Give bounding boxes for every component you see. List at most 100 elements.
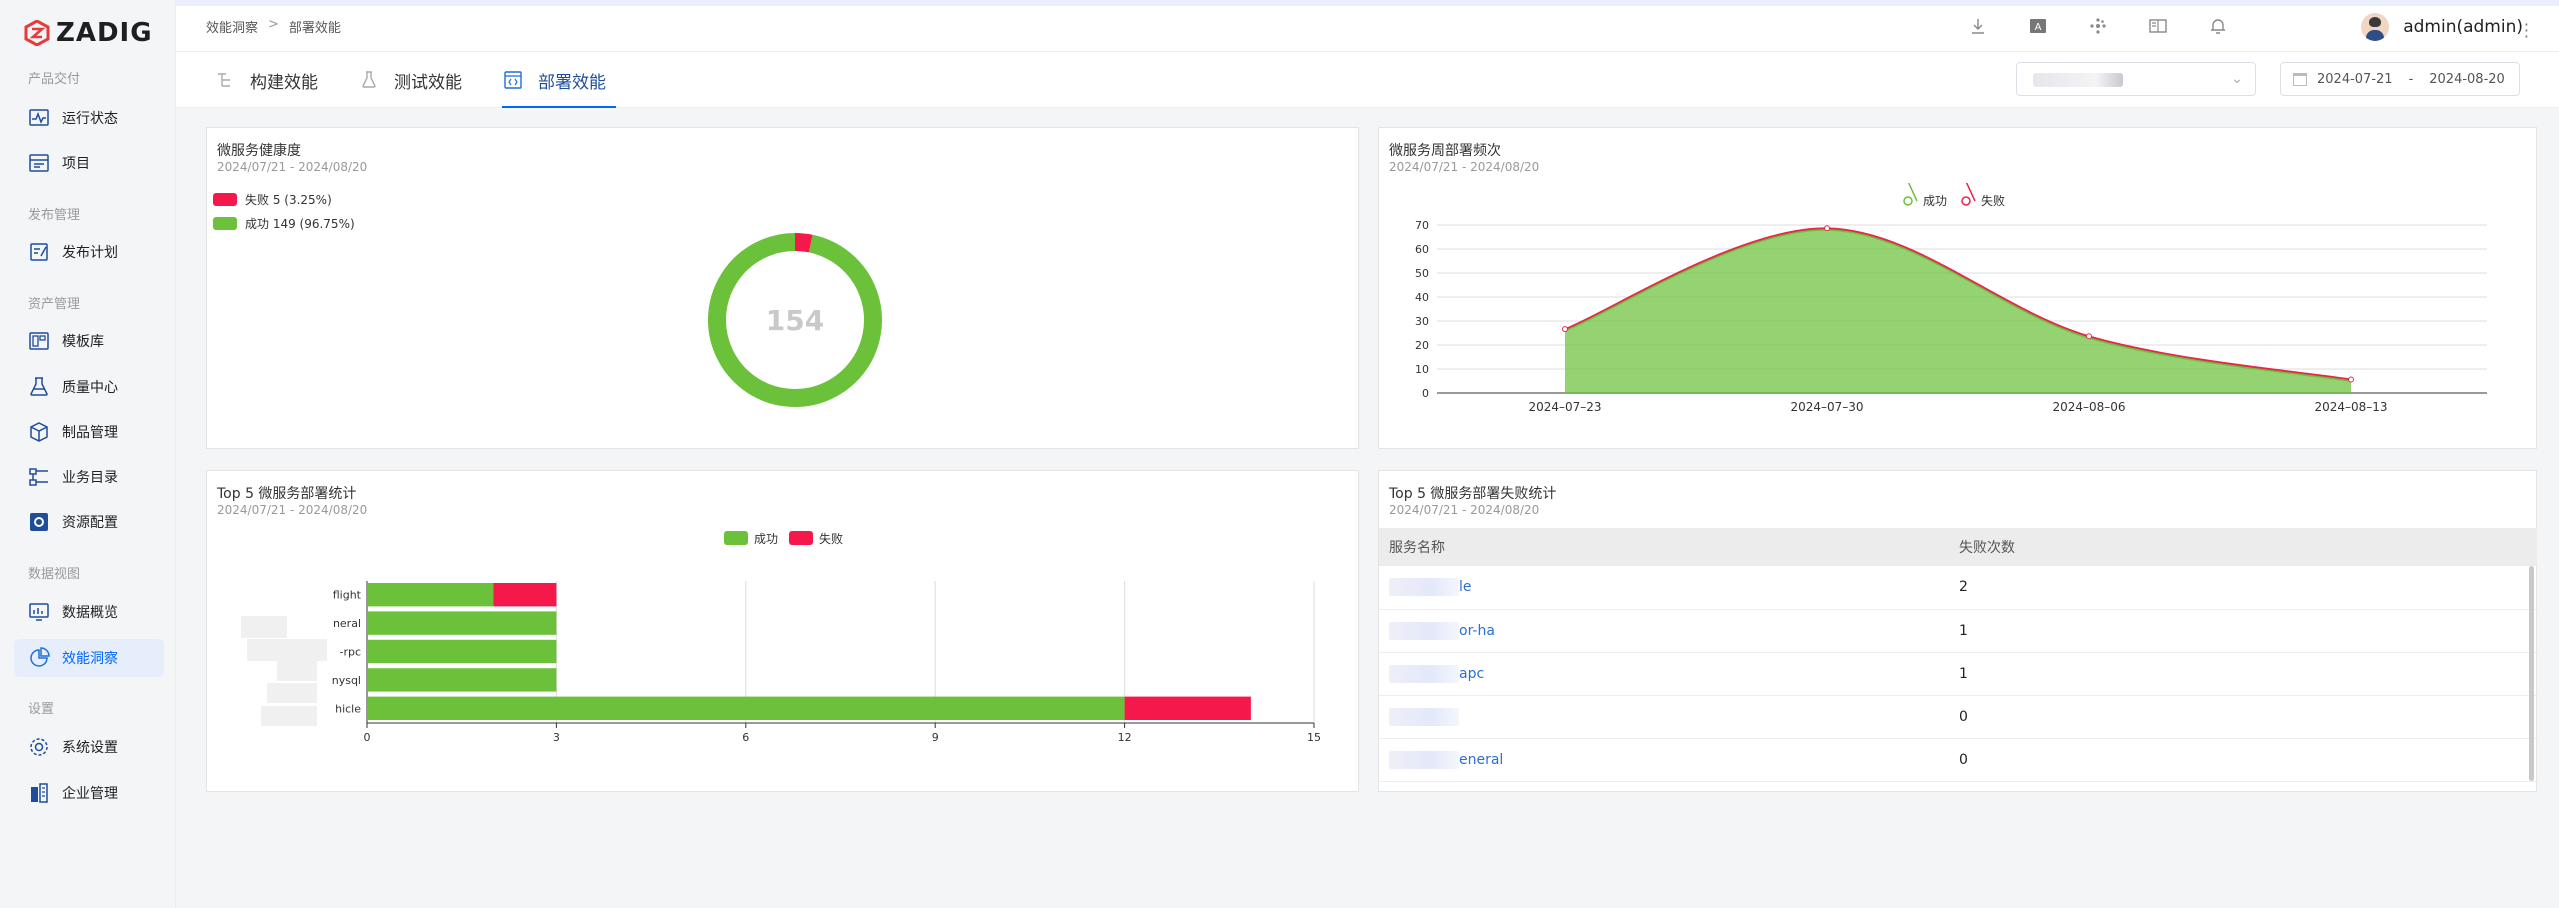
- download-icon[interactable]: [1967, 15, 1989, 37]
- health-legend-fail[interactable]: 失败 5 (3.25%): [213, 191, 332, 208]
- project-select[interactable]: ⌄: [2016, 62, 2256, 96]
- book-icon[interactable]: [2147, 15, 2169, 37]
- breadcrumb-insight[interactable]: 效能洞察: [206, 17, 258, 36]
- sidebar-item[interactable]: 质量中心: [14, 368, 164, 406]
- tab-test[interactable]: 测试效能: [358, 52, 462, 108]
- service-link[interactable]: or-ha: [1459, 623, 1495, 639]
- service-link[interactable]: eneral: [1459, 752, 1503, 768]
- legend-swatch: [789, 531, 813, 545]
- bar-fail[interactable]: [1124, 696, 1251, 720]
- health-subtitle: 2024/07/21 - 2024/08/20: [217, 160, 368, 174]
- tab-test-label: 测试效能: [394, 72, 462, 93]
- bell-icon[interactable]: [2207, 15, 2229, 37]
- fail-table-header: 服务名称 失败次数: [1379, 528, 2537, 566]
- top5-bar-chart: 0 3 6 9 12 15 flight neral -rpc nysql hicle 成功 失败: [241, 531, 1321, 744]
- plugin-icon[interactable]: [2087, 15, 2109, 37]
- sidebar-item[interactable]: 项目: [14, 144, 164, 182]
- date-end[interactable]: 2024-08-20: [2429, 72, 2505, 87]
- y-tick-label: 10: [1415, 363, 1429, 376]
- legend-swatch-fail: [213, 193, 237, 206]
- health-legend-success-label: 成功 149 (96.75%): [245, 217, 355, 231]
- service-name-cell: apc: [1379, 652, 1949, 696]
- x-tick-label: 2024–08–13: [2314, 400, 2387, 414]
- sidebar-item[interactable]: 企业管理: [14, 774, 164, 812]
- test-flask-icon: [362, 71, 376, 88]
- x-tick-label: 3: [553, 731, 560, 744]
- fail-count-cell: 0: [1949, 738, 2537, 782]
- translate-icon[interactable]: A: [2027, 15, 2049, 37]
- data-point[interactable]: [1824, 225, 1830, 232]
- sidebar-item[interactable]: 资源配置: [14, 503, 164, 541]
- legend-label[interactable]: 失败: [1981, 193, 2005, 208]
- service-link[interactable]: apc: [1459, 666, 1484, 682]
- legend-swatch: [724, 531, 748, 545]
- health-card: 微服务健康度 2024/07/21 - 2024/08/20 失败 5 (3.2…: [206, 127, 1359, 449]
- bar-success[interactable]: [367, 668, 557, 692]
- x-tick-label: 2024–07–30: [1790, 400, 1863, 414]
- sidebar-item[interactable]: 运行状态: [14, 99, 164, 137]
- y-tick-label: 0: [1422, 387, 1429, 400]
- tab-deploy-label: 部署效能: [538, 72, 606, 93]
- sidebar-item[interactable]: 制品管理: [14, 413, 164, 451]
- bar-success[interactable]: [367, 611, 557, 635]
- sidebar-item[interactable]: 效能洞察: [14, 639, 164, 677]
- user-menu[interactable]: admin(admin): [2361, 13, 2523, 41]
- sidebar: ZADIG 产品交付 运行状态 项目 发布管理 发布计划 资产管理 模板库 质量中心 制品管理业…: [0, 0, 176, 908]
- bar-fail[interactable]: [493, 583, 557, 607]
- table-scrollbar[interactable]: [2529, 566, 2534, 781]
- zadig-logo[interactable]: ZADIG: [24, 18, 153, 48]
- service-link[interactable]: le: [1459, 579, 1472, 595]
- bar-success[interactable]: [367, 639, 557, 664]
- health-title: 微服务健康度: [217, 143, 301, 159]
- sidebar-item-label: 质量中心: [62, 380, 118, 396]
- breadcrumb-separator: >: [268, 17, 279, 32]
- tab-deploy[interactable]: 部署效能: [502, 52, 616, 108]
- svg-text:A: A: [2035, 22, 2042, 33]
- bar-success[interactable]: [367, 583, 494, 607]
- legend-label[interactable]: 成功: [1923, 194, 1947, 208]
- y-category-label: nysql: [332, 674, 361, 687]
- table-row: or-ha 1: [1379, 609, 2537, 653]
- x-tick-label: 6: [742, 731, 749, 744]
- area-series-success[interactable]: [1565, 229, 2351, 393]
- breadcrumb: 效能洞察 > 部署效能: [206, 17, 341, 36]
- legend-label[interactable]: 失败: [819, 531, 843, 546]
- more-icon[interactable]: · · ·: [2524, 17, 2529, 45]
- sidebar-item[interactable]: 业务目录: [14, 458, 164, 496]
- data-point[interactable]: [2348, 376, 2354, 383]
- x-tick-label: 0: [364, 731, 371, 744]
- data-point[interactable]: [1562, 326, 1568, 333]
- tab-build[interactable]: 构建效能: [214, 52, 318, 108]
- table-row: le 2: [1379, 566, 2537, 610]
- weekly-card: 微服务周部署频次 2024/07/21 - 2024/08/20 0 10 20 30…: [1378, 127, 2537, 449]
- sidebar-item[interactable]: 数据概览: [14, 593, 164, 631]
- sidebar-item-label: 运行状态: [62, 111, 118, 127]
- building-icon: [31, 783, 48, 803]
- bar-success[interactable]: [367, 696, 1125, 720]
- y-category-label: -rpc: [339, 646, 361, 659]
- weekly-title: 微服务周部署频次: [1389, 143, 1501, 159]
- data-point[interactable]: [2086, 333, 2092, 340]
- date-separator: -: [2408, 71, 2414, 87]
- service-name-cell: eneral: [1379, 738, 1949, 782]
- donut-slice-fail[interactable]: [794, 233, 813, 253]
- date-start[interactable]: 2024-07-21: [2317, 72, 2393, 87]
- date-range-picker[interactable]: 2024-07-21 - 2024-08-20: [2280, 62, 2520, 96]
- health-donut-chart: 154: [708, 233, 882, 407]
- legend-label[interactable]: 成功: [754, 532, 778, 546]
- sidebar-item-label: 效能洞察: [62, 651, 118, 667]
- sidebar-item[interactable]: 模板库: [14, 322, 164, 360]
- top5-subtitle: 2024/07/21 - 2024/08/20: [217, 503, 368, 517]
- health-legend-success[interactable]: 成功 149 (96.75%): [213, 215, 355, 232]
- x-tick-label: 9: [932, 731, 939, 744]
- pulse-icon: [29, 109, 49, 126]
- sidebar-item[interactable]: 系统设置: [14, 728, 164, 766]
- redacted-name: [1389, 707, 1459, 726]
- y-tick-label: 30: [1415, 315, 1429, 328]
- sidebar-item-label: 制品管理: [62, 425, 118, 441]
- sidebar-section-label: 发布管理: [28, 208, 81, 223]
- weekly-area-chart: 0 10 20 30 40 50 60 70 2024–07–23 2024–07–30 2024–…: [1415, 183, 2487, 414]
- sidebar-item[interactable]: 发布计划: [14, 233, 164, 271]
- service-name-cell: or-ha: [1379, 609, 1949, 653]
- top5-card: Top 5 微服务部署统计 2024/07/21 - 2024/08/20 0 3…: [206, 470, 1359, 792]
